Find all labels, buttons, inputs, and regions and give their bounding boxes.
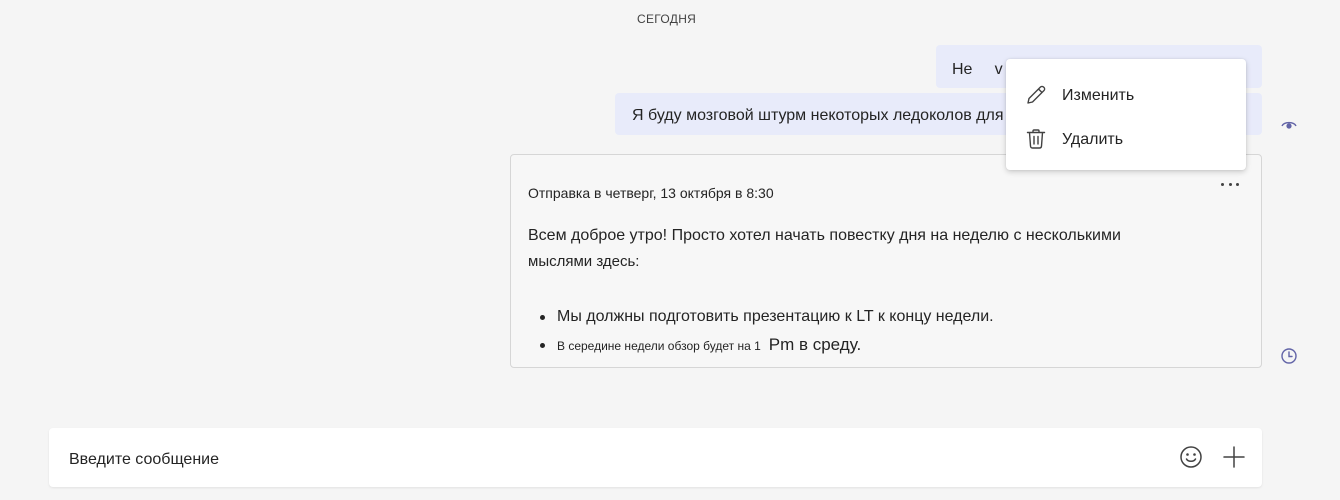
trash-icon — [1026, 129, 1046, 149]
list-item-text: Pm в среду. — [768, 335, 862, 354]
body-line: Всем доброе утро! Просто хотел начать по… — [528, 227, 1121, 244]
scheduled-send-time: Отправка в четверг, 13 октября в 8:30 — [528, 185, 774, 201]
message-text: Не v — [952, 61, 1003, 78]
menu-item-delete[interactable]: Удалить — [1006, 119, 1246, 159]
more-horizontal-icon — [1221, 182, 1224, 186]
menu-item-edit[interactable]: Изменить — [1006, 75, 1246, 115]
menu-item-label: Изменить — [1062, 87, 1135, 104]
list-item: В середине недели обзор будет на 1 Pm в с… — [538, 331, 994, 360]
body-line: мыслями здесь: — [528, 253, 640, 270]
scheduled-message-body: Всем доброе утро! Просто хотел начать по… — [528, 223, 1228, 275]
clock-icon — [1281, 348, 1297, 364]
eye-icon — [1281, 121, 1297, 129]
message-input[interactable] — [69, 447, 1149, 473]
date-divider: СЕГОДНЯ — [637, 12, 697, 26]
list-item-text: В середине недели обзор будет на 1 — [557, 339, 761, 353]
pencil-icon — [1027, 85, 1046, 104]
bullet-list: Мы должны подготовить презентацию к LT к… — [538, 303, 994, 360]
message-composer — [49, 428, 1262, 487]
message-context-menu: Изменить Удалить — [1006, 59, 1246, 170]
plus-icon[interactable] — [1221, 444, 1247, 470]
scheduled-message-card[interactable]: Отправка в четверг, 13 октября в 8:30 Вс… — [510, 154, 1262, 368]
more-options-button[interactable] — [1221, 177, 1239, 191]
menu-item-label: Удалить — [1062, 131, 1124, 148]
list-item-text: Мы должны подготовить презентацию к LT к… — [557, 308, 994, 325]
list-item: Мы должны подготовить презентацию к LT к… — [538, 303, 994, 331]
emoji-icon[interactable] — [1178, 444, 1204, 470]
